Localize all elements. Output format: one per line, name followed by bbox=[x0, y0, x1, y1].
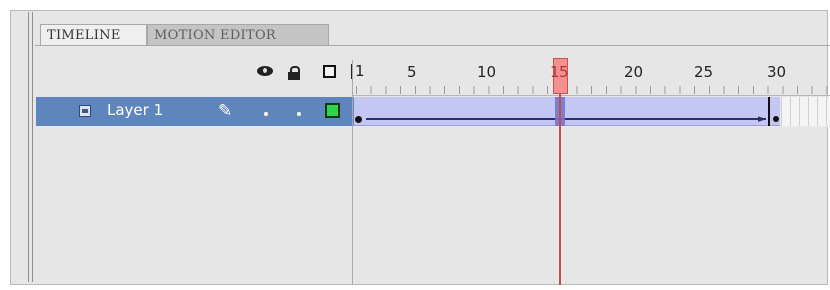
tab-timeline[interactable]: TIMELINE bbox=[40, 24, 147, 46]
tab-motion-editor[interactable]: MOTION EDITOR bbox=[147, 24, 329, 46]
panel-grip-line bbox=[32, 12, 33, 282]
timeline-panel bbox=[10, 10, 828, 285]
tween-arrow-line bbox=[366, 118, 766, 120]
frame-label-15: 15 bbox=[550, 63, 568, 81]
frames-divider bbox=[352, 60, 353, 285]
lock-dot[interactable] bbox=[297, 112, 301, 116]
empty-frame-cells[interactable] bbox=[781, 97, 830, 126]
lock-icon[interactable] bbox=[288, 66, 300, 80]
tab-strip-divider bbox=[35, 45, 830, 46]
visibility-dot[interactable] bbox=[264, 112, 268, 116]
frame-ruler-ticks[interactable] bbox=[356, 86, 830, 94]
lock-body bbox=[288, 72, 300, 80]
motion-tween-span[interactable] bbox=[354, 97, 780, 126]
playhead-line[interactable] bbox=[559, 94, 561, 285]
outline-icon[interactable] bbox=[323, 65, 336, 78]
frame-label-30[interactable]: 30 bbox=[767, 63, 786, 81]
frame-label-5[interactable]: 5 bbox=[407, 63, 417, 81]
frame-label-1[interactable]: 1 bbox=[355, 62, 365, 80]
frame-label-20[interactable]: 20 bbox=[624, 63, 643, 81]
start-keyframe[interactable] bbox=[355, 116, 362, 123]
eye-icon[interactable] bbox=[257, 66, 273, 76]
layer-icon bbox=[79, 105, 91, 117]
frame-label-25[interactable]: 25 bbox=[694, 63, 713, 81]
panel-grip-line bbox=[28, 12, 29, 282]
layer-name[interactable]: Layer 1 bbox=[107, 101, 163, 119]
tween-arrow-head: ► bbox=[758, 112, 767, 125]
tween-end-marker bbox=[768, 97, 770, 126]
outline-color-square[interactable] bbox=[325, 103, 340, 118]
pencil-icon: ✎ bbox=[218, 101, 233, 121]
end-keyframe[interactable] bbox=[773, 116, 779, 122]
frame-label-10[interactable]: 10 bbox=[477, 63, 496, 81]
ruler-bottom-border bbox=[352, 95, 830, 96]
